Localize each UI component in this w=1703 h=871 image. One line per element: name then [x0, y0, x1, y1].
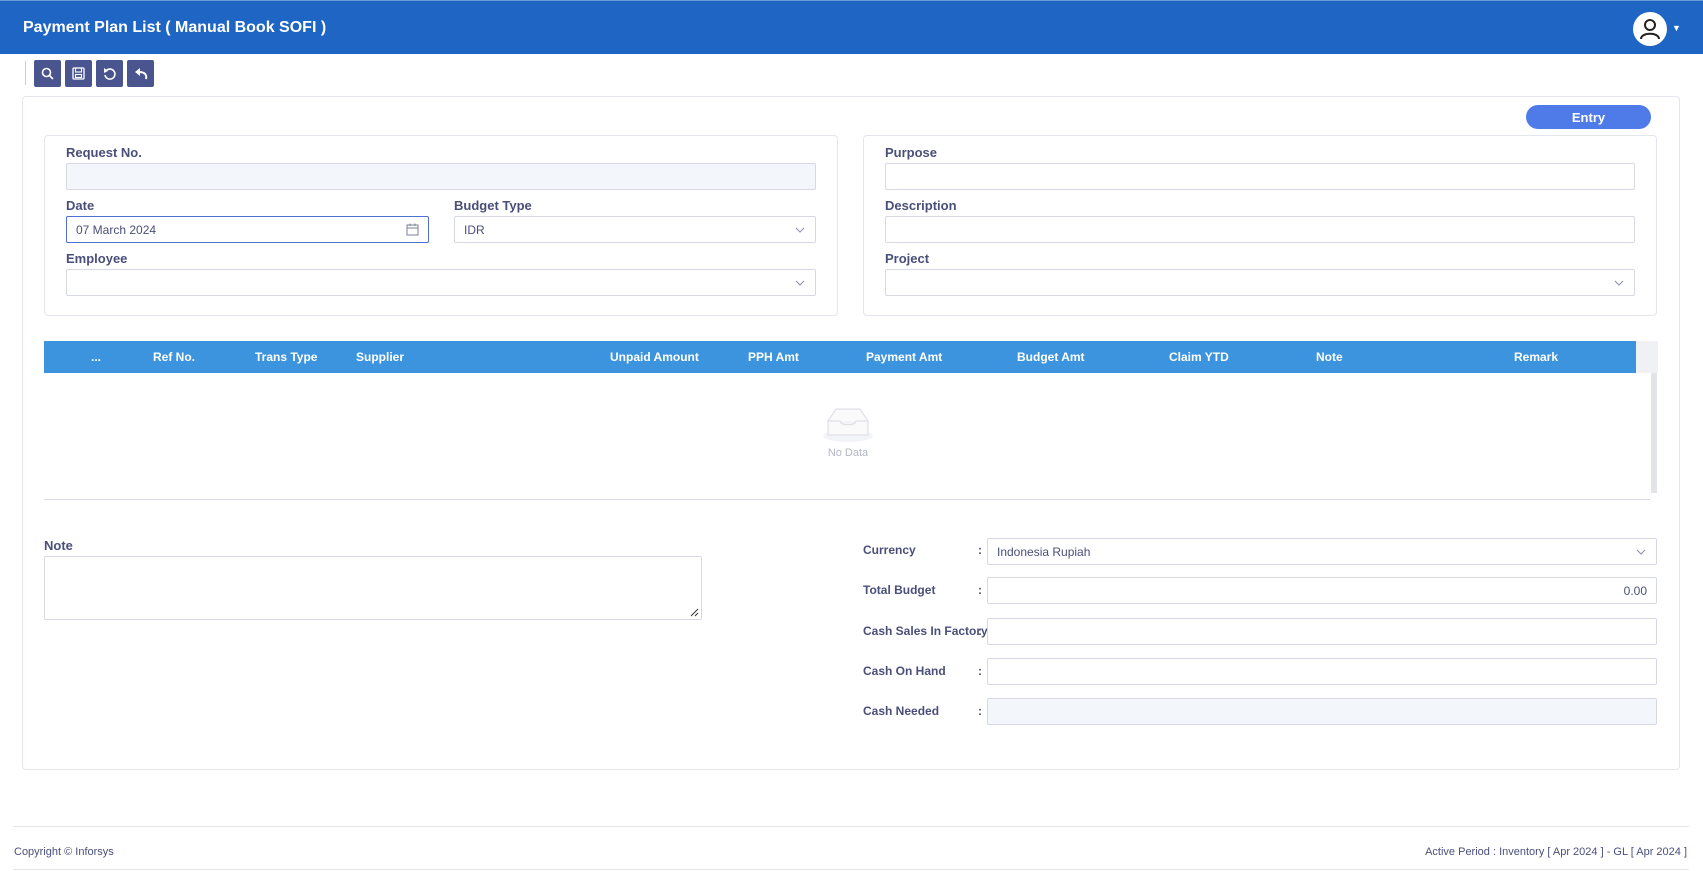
grid-col-claim-ytd[interactable]: Claim YTD [1169, 350, 1229, 364]
total-budget-field[interactable]: 0.00 [987, 577, 1657, 604]
budget-type-label: Budget Type [454, 198, 532, 213]
footer-bottom-divider [13, 869, 1689, 870]
grid-col-ref-no[interactable]: Ref No. [153, 350, 195, 364]
request-no-label: Request No. [66, 145, 142, 160]
grid-scrollbar[interactable] [1651, 373, 1657, 493]
budget-type-select[interactable]: IDR [454, 216, 816, 243]
total-budget-colon: : [978, 583, 982, 597]
refresh-icon [103, 67, 116, 80]
project-label: Project [885, 251, 930, 266]
resize-grip-icon[interactable] [690, 608, 699, 617]
save-button[interactable] [65, 60, 92, 87]
cash-sales-colon: : [978, 624, 982, 638]
user-menu-caret-icon[interactable]: ▼ [1672, 23, 1681, 33]
undo-icon [134, 68, 147, 80]
budget-type-value: IDR [464, 222, 485, 237]
date-label: Date [66, 198, 95, 213]
copyright-text: Copyright © Inforsys [14, 846, 114, 858]
currency-value: Indonesia Rupiah [997, 544, 1091, 559]
top-bar: Payment Plan List ( Manual Book SOFI ) ▼ [0, 0, 1703, 54]
cash-on-hand-label: Cash On Hand [863, 664, 946, 678]
cash-needed-field [987, 698, 1657, 725]
chevron-down-icon [795, 227, 805, 233]
grid-col-note[interactable]: Note [1316, 350, 1343, 364]
grid-header-filler [1636, 341, 1658, 373]
cash-needed-label: Cash Needed [863, 704, 940, 718]
grid-col-budget-amt[interactable]: Budget Amt [1017, 350, 1085, 364]
search-button[interactable] [34, 60, 61, 87]
chevron-down-icon [795, 280, 805, 286]
status-badge: Entry [1526, 105, 1651, 129]
grid-col-pph-amt[interactable]: PPH Amt [748, 350, 799, 364]
note-label: Note [44, 538, 73, 553]
page-title: Payment Plan List ( Manual Book SOFI ) [23, 19, 327, 36]
grid-col-trans-type[interactable]: Trans Type [255, 350, 317, 364]
currency-select[interactable]: Indonesia Rupiah [987, 538, 1657, 565]
currency-colon: : [978, 543, 982, 557]
grid-col-unpaid-amount[interactable]: Unpaid Amount [610, 350, 699, 364]
grid-bottom-border [44, 499, 1650, 500]
description-field[interactable] [885, 216, 1635, 243]
date-field[interactable]: 07 March 2024 [66, 216, 429, 243]
chevron-down-icon [1614, 280, 1624, 286]
cash-on-hand-field[interactable] [987, 658, 1657, 685]
purpose-label: Purpose [885, 145, 938, 160]
grid-col-actions[interactable]: ... [91, 350, 101, 364]
project-select[interactable] [885, 269, 1635, 296]
note-textarea[interactable] [44, 556, 702, 620]
toolbar-divider [25, 61, 26, 85]
grid-header: ... Ref No. Trans Type Supplier Unpaid A… [44, 341, 1636, 373]
chevron-down-icon [1636, 549, 1646, 555]
total-budget-label: Total Budget [863, 583, 936, 597]
user-icon [1640, 19, 1660, 40]
employee-select[interactable] [66, 269, 816, 296]
user-avatar[interactable] [1633, 12, 1667, 46]
employee-label: Employee [66, 251, 128, 266]
cash-sales-field[interactable] [987, 618, 1657, 645]
refresh-button[interactable] [96, 60, 123, 87]
grid-col-supplier[interactable]: Supplier [356, 350, 404, 364]
search-icon [41, 67, 54, 80]
request-no-field[interactable] [66, 163, 816, 190]
cash-sales-label: Cash Sales In Factory [863, 624, 988, 638]
grid-col-payment-amt[interactable]: Payment Amt [866, 350, 942, 364]
grid-col-remark[interactable]: Remark [1514, 350, 1558, 364]
date-value: 07 March 2024 [76, 222, 157, 237]
empty-inbox-icon [823, 408, 873, 442]
active-period-text: Active Period : Inventory [ Apr 2024 ] -… [1425, 846, 1687, 858]
no-data-text: No Data [827, 447, 869, 459]
cash-on-hand-colon: : [978, 664, 982, 678]
footer-divider [13, 826, 1689, 827]
description-label: Description [885, 198, 957, 213]
cash-needed-colon: : [978, 704, 982, 718]
undo-button[interactable] [127, 60, 154, 87]
save-icon [72, 67, 85, 80]
purpose-field[interactable] [885, 163, 1635, 190]
currency-label: Currency [863, 543, 916, 557]
calendar-icon[interactable] [406, 223, 419, 236]
